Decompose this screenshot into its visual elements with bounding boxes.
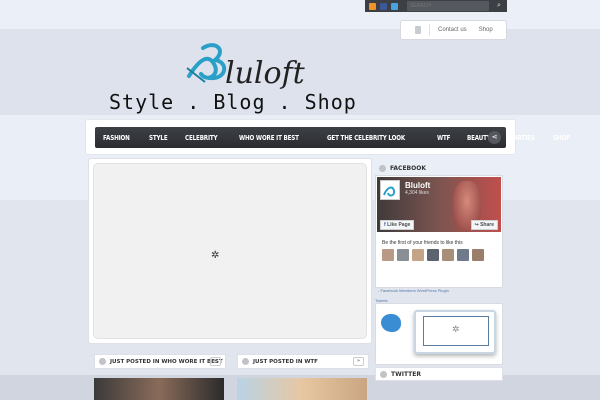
twitter-icon[interactable]	[391, 2, 398, 10]
contact-us-link[interactable]: Contact us	[438, 27, 467, 33]
nav-item-celebrity[interactable]: CELEBRITY	[185, 134, 218, 142]
top-bar: ⌕	[365, 0, 507, 12]
avatar[interactable]	[442, 249, 454, 261]
site-logo[interactable]: luloft Style . Blog . Shop	[105, 42, 475, 114]
slider-viewport: ✲	[93, 163, 367, 339]
search-input[interactable]	[407, 1, 489, 11]
tweets-widget: ✲	[375, 303, 503, 365]
facebook-icon[interactable]	[380, 2, 387, 10]
fb-share-button[interactable]: ↪ Share	[470, 220, 498, 230]
top-menu: Contact us Shop	[400, 20, 507, 40]
more-arrow-icon[interactable]: »	[210, 357, 221, 366]
tweet-bubble: ✲	[414, 310, 496, 354]
bullet-icon	[242, 358, 249, 365]
nav-item-get-the-celebrity-look[interactable]: GET THE CELEBRITY LOOK	[327, 134, 405, 142]
main-nav: FASHION STYLE CELEBRITY WHO WORE IT BEST…	[95, 127, 571, 148]
twitter-bird-icon	[381, 314, 401, 332]
avatar[interactable]	[457, 249, 469, 261]
fb-like-page-button[interactable]: f Like Page	[380, 220, 415, 230]
fb-like-count: 4,304 likes	[405, 190, 429, 196]
fb-page-avatar[interactable]	[380, 180, 400, 200]
nav-item-shop[interactable]: SHOP	[553, 134, 570, 142]
logo-wordmark: luloft	[225, 56, 305, 91]
avatar[interactable]	[382, 249, 394, 261]
tweet-content: ✲	[423, 316, 489, 346]
nav-item-fashion[interactable]: FASHION	[103, 134, 130, 142]
loading-spinner-icon: ✲	[452, 324, 460, 334]
bullet-icon	[99, 358, 106, 365]
rss-icon[interactable]	[369, 2, 376, 10]
main-nav-wrapper: FASHION STYLE CELEBRITY WHO WORE IT BEST…	[86, 120, 571, 154]
avatar[interactable]	[397, 249, 409, 261]
post-thumbnail[interactable]	[237, 378, 367, 400]
logo-b-mark-icon	[383, 186, 396, 197]
loading-spinner-icon: ✲	[211, 250, 220, 261]
fb-plugin-link[interactable]: - Facebook Members WordPress Plugin	[378, 288, 449, 293]
divider	[429, 24, 430, 36]
just-posted-wtf: JUST POSTED IN WTF »	[237, 354, 369, 369]
logo-tagline: Style . Blog . Shop	[109, 90, 357, 114]
fb-cover-image[interactable]: Bluloft 4,304 likes f Like Page ↪ Share	[377, 177, 501, 232]
facebook-like-box: Bluloft 4,304 likes f Like Page ↪ Share …	[375, 175, 503, 288]
bullet-icon	[380, 370, 387, 378]
nav-item-parties[interactable]: PARTIES	[510, 134, 535, 142]
facebook-widget-title: FACEBOOK	[375, 161, 426, 175]
search-icon[interactable]: ⌕	[494, 1, 504, 11]
more-arrow-icon[interactable]: »	[353, 357, 364, 366]
nav-item-wtf[interactable]: WTF	[437, 134, 451, 142]
avatar[interactable]	[412, 249, 424, 261]
post-thumbnail[interactable]	[94, 378, 224, 400]
fb-friends-text: Be the first of your friends to like thi…	[382, 240, 463, 246]
avatar[interactable]	[472, 249, 484, 261]
featured-slider[interactable]: ✲	[88, 158, 372, 344]
fb-friend-faces	[382, 249, 487, 261]
nav-item-style[interactable]: STYLE	[149, 134, 168, 142]
page-icon	[415, 26, 421, 34]
just-posted-who-wore-it-best: JUST POSTED IN WHO WORE IT BEST »	[94, 354, 226, 369]
nav-item-who-wore-it-best[interactable]: WHO WORE IT BEST	[239, 134, 299, 142]
share-icon[interactable]: ⋖	[488, 131, 501, 144]
fb-page-name[interactable]: Bluloft	[405, 181, 430, 190]
avatar[interactable]	[427, 249, 439, 261]
twitter-widget-title: TWITTER	[375, 367, 503, 381]
bullet-icon	[379, 164, 386, 172]
shop-link[interactable]: Shop	[479, 27, 493, 33]
